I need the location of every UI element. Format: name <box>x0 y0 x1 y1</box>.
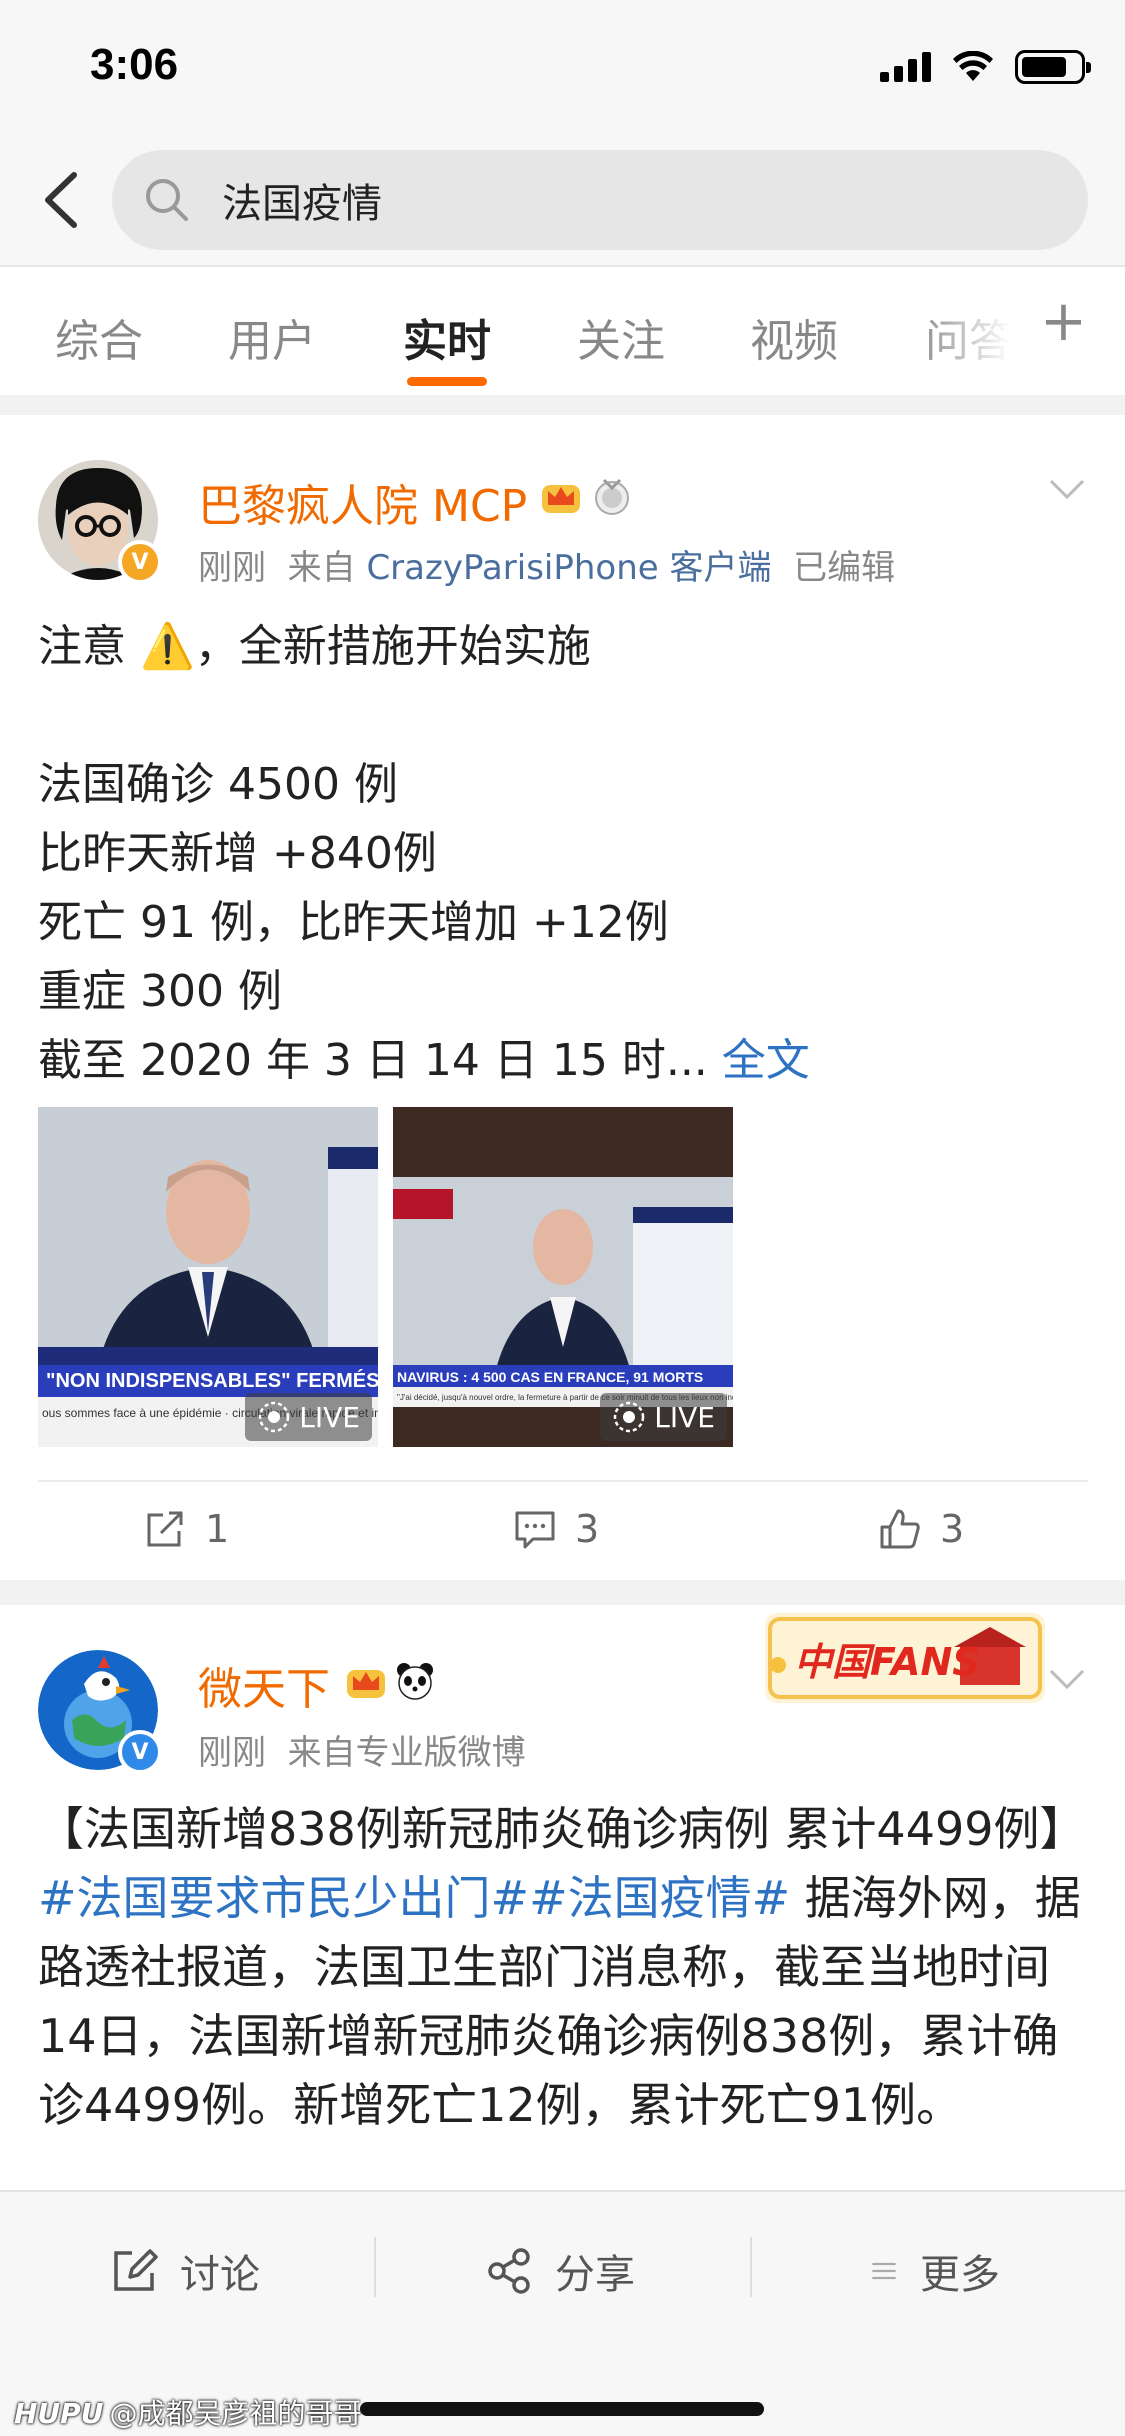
search-icon <box>146 179 188 221</box>
thumbs-up-icon <box>880 1509 920 1549</box>
divider <box>374 2237 376 2297</box>
image-ticker-text: "NON INDISPENSABLES" FERMÉS <box>46 1369 378 1392</box>
watermark: HUPU @成都吴彦祖的哥哥 <box>14 2392 361 2432</box>
post-meta: 刚刚 来自专业版微博 <box>198 1725 526 1774</box>
more-button[interactable]: 更多 <box>870 2242 1000 2300</box>
medal-icon <box>595 478 629 515</box>
verified-badge-icon: V <box>118 540 162 584</box>
add-tab-icon[interactable]: + <box>1040 289 1087 354</box>
chevron-down-icon[interactable] <box>1047 1667 1087 1691</box>
status-icons <box>880 50 1091 84</box>
like-button[interactable]: 3 <box>878 1507 964 1551</box>
search-header: 法国疫情 <box>0 140 1125 265</box>
wifi-icon <box>953 51 993 81</box>
watermark-brand: HUPU <box>14 2397 104 2430</box>
status-time: 3:06 <box>90 40 179 89</box>
china-fans-banner: 中国FANS <box>765 1613 1045 1703</box>
post-author[interactable]: 巴黎疯人院 MCP <box>198 470 527 534</box>
post-source-prefix: 来自 <box>287 548 356 588</box>
tab-comprehensive[interactable]: 综合 <box>55 305 143 369</box>
like-count: 3 <box>940 1507 965 1551</box>
tab-bar: 综合 用户 实时 关注 视频 问答 + <box>0 265 1125 395</box>
live-badge: LIVE <box>245 1393 372 1441</box>
post-time: 刚刚 <box>198 1733 266 1773</box>
crown-vip-icon <box>542 485 580 513</box>
tab-realtime[interactable]: 实时 <box>403 305 491 369</box>
live-label: LIVE <box>299 1400 360 1434</box>
crown-vip-icon <box>347 1670 385 1698</box>
banner-text: 中国FANS <box>794 1640 980 1684</box>
search-query: 法国疫情 <box>222 181 382 227</box>
tab-fade <box>915 267 1035 395</box>
comment-button[interactable]: 3 <box>513 1507 599 1551</box>
post-body: 注意 ⚠️，全新措施开始实施 法国确诊 4500 例 比昨天新增 +840例 死… <box>38 612 1088 1095</box>
tab-following[interactable]: 关注 <box>577 305 665 369</box>
discuss-button[interactable]: 讨论 <box>110 2242 260 2300</box>
chevron-down-icon[interactable] <box>1047 477 1087 501</box>
hashtag-link[interactable]: #法国要求市民少出门##法国疫情# <box>38 1871 790 1925</box>
comment-icon <box>515 1511 555 1549</box>
status-bar: 3:06 <box>0 0 1125 140</box>
full-text-link[interactable]: 全文 <box>722 1035 810 1086</box>
image-ticker-text: NAVIRUS : 4 500 CAS EN FRANCE, 91 MORTS <box>397 1369 703 1385</box>
post-edited: 已编辑 <box>793 548 896 588</box>
share-button[interactable]: 分享 <box>485 2242 635 2300</box>
home-indicator[interactable] <box>360 2402 764 2416</box>
live-badge: LIVE <box>600 1393 727 1441</box>
share-label: 分享 <box>555 2252 635 2298</box>
discuss-label: 讨论 <box>180 2252 260 2298</box>
tab-users[interactable]: 用户 <box>228 305 316 369</box>
post-card[interactable]: V 微天下 中国FANS 刚刚 来自专业版微博 【法国新增838例新冠肺炎确诊病… <box>0 1605 1125 2205</box>
comment-count: 3 <box>575 1507 600 1551</box>
live-broadcast-icon <box>614 1401 645 1433</box>
post-author[interactable]: 微天下 <box>198 1653 330 1717</box>
edit-icon <box>114 2249 158 2291</box>
tab-video[interactable]: 视频 <box>750 305 838 369</box>
post-headline: 【法国新增838例新冠肺炎确诊病例 累计4499例】 <box>38 1802 1086 1856</box>
panda-icon <box>397 1663 433 1700</box>
repost-button[interactable]: 1 <box>143 1507 229 1551</box>
back-arrow-icon[interactable] <box>32 165 92 235</box>
share-icon <box>488 2248 530 2294</box>
live-broadcast-icon <box>259 1401 290 1433</box>
active-tab-indicator <box>407 377 487 386</box>
live-label: LIVE <box>654 1400 715 1434</box>
post-image[interactable]: "NON INDISPENSABLES" FERMÉS ous sommes f… <box>38 1107 378 1447</box>
cellular-signal-icon <box>880 52 931 82</box>
post-actions: 1 3 3 <box>38 1480 1088 1580</box>
post-text: 注意 ⚠️，全新措施开始实施 法国确诊 4500 例 比昨天新增 +840例 死… <box>38 621 708 1086</box>
post-image[interactable]: NAVIRUS : 4 500 CAS EN FRANCE, 91 MORTS … <box>393 1107 733 1447</box>
post-meta: 刚刚 来自 CrazyParisiPhone 客户端 已编辑 <box>198 540 895 589</box>
post-source: 来自专业版微博 <box>287 1733 526 1773</box>
post-source[interactable]: CrazyParisiPhone 客户端 <box>366 548 771 588</box>
repost-icon <box>147 1511 183 1547</box>
post-body: 【法国新增838例新冠肺炎确诊病例 累计4499例】 #法国要求市民少出门##法国… <box>38 1795 1088 2140</box>
search-input[interactable]: 法国疫情 <box>112 150 1088 250</box>
more-menu-icon <box>872 2262 896 2280</box>
verified-badge-icon: V <box>118 1730 162 1774</box>
post-time: 刚刚 <box>198 548 266 588</box>
divider <box>750 2237 752 2297</box>
more-label: 更多 <box>920 2252 1000 2298</box>
post-card[interactable]: V 巴黎疯人院 MCP 刚刚 来自 CrazyParisiPhone 客户端 已… <box>0 415 1125 1580</box>
battery-icon <box>1015 50 1091 84</box>
watermark-text: @成都吴彦祖的哥哥 <box>109 2397 362 2430</box>
repost-count: 1 <box>205 1507 230 1551</box>
